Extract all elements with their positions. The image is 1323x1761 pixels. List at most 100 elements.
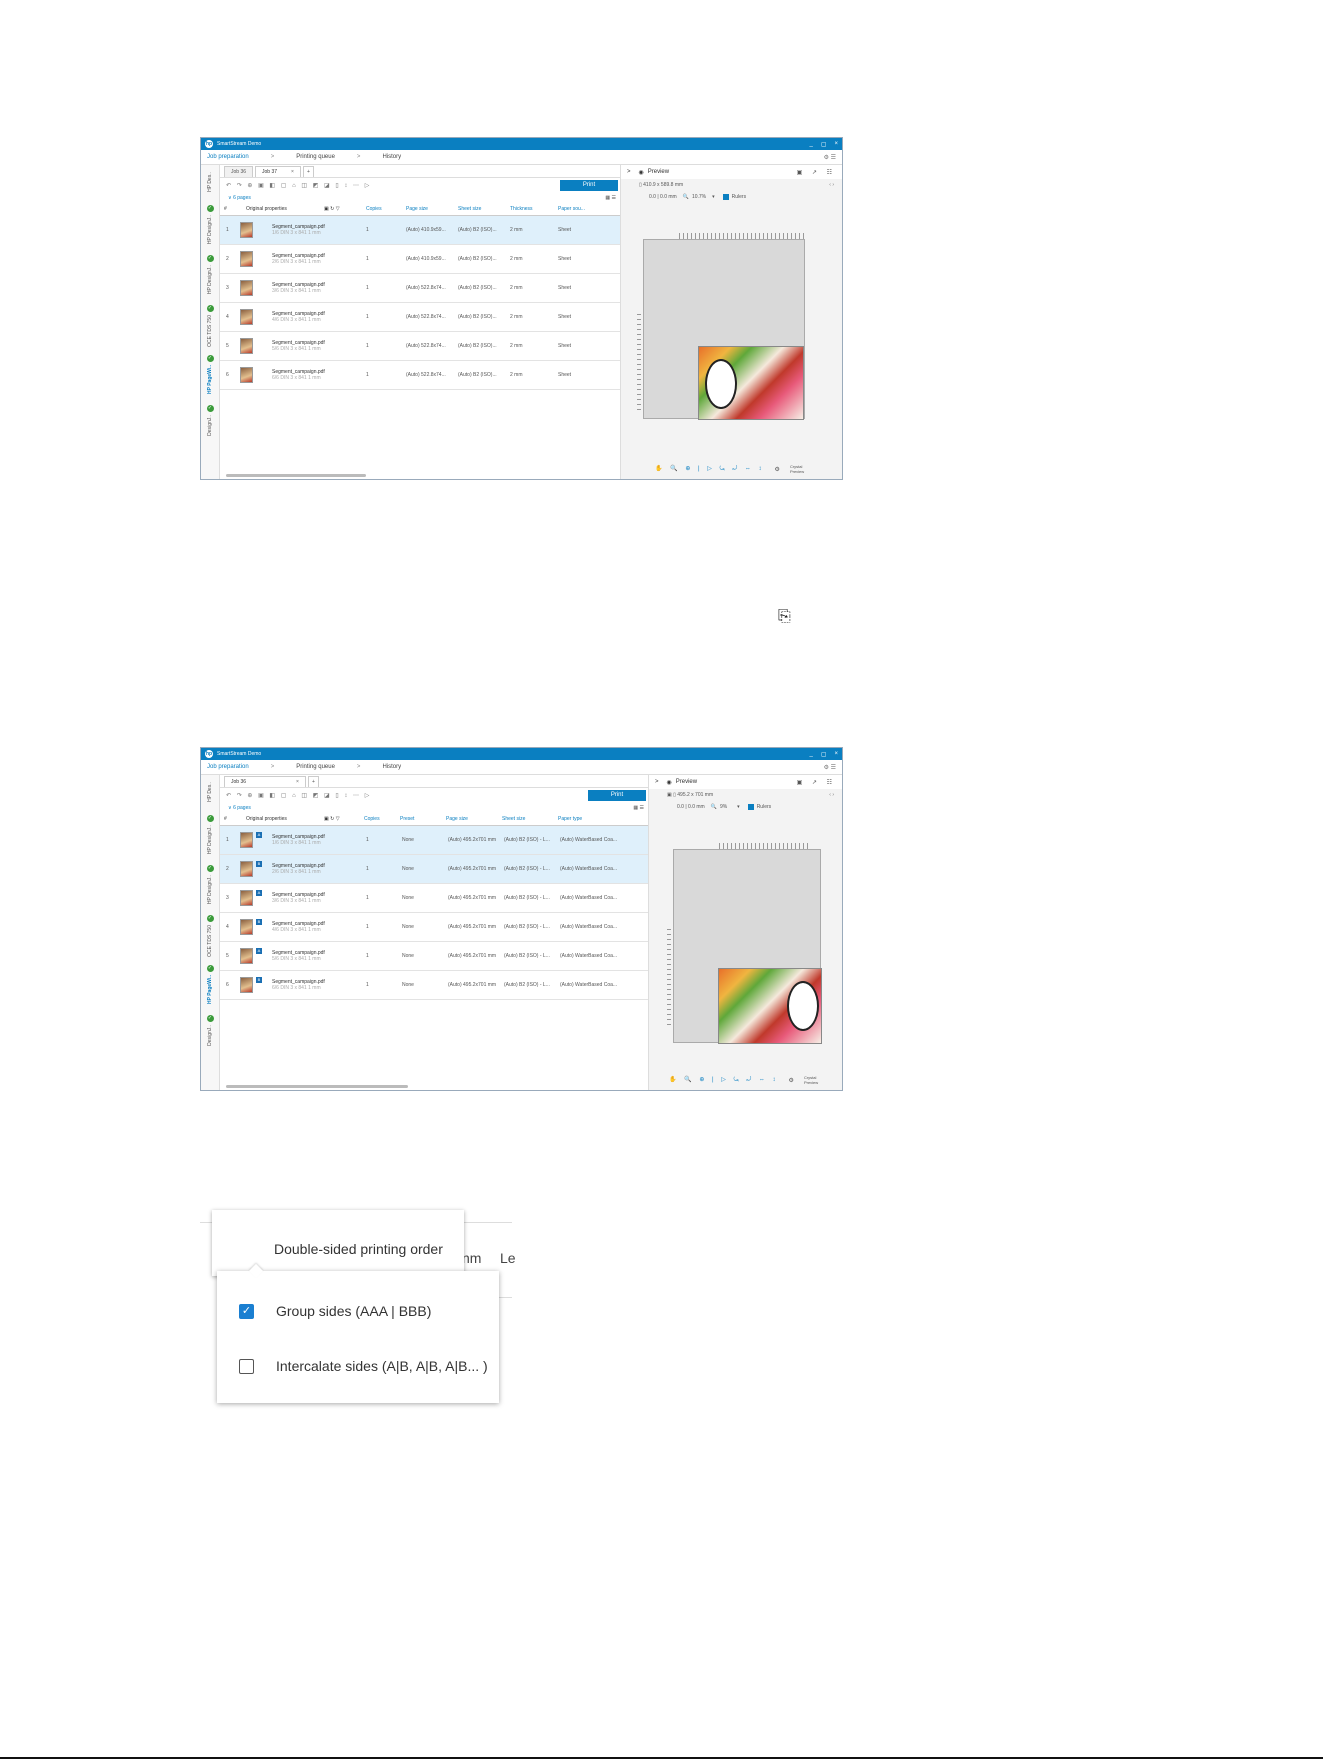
check-icon: ✓ (206, 965, 214, 972)
col-preset[interactable]: Preset (400, 816, 446, 822)
col-paper-type[interactable]: Paper type (558, 816, 618, 822)
zoom-icon: 🔍 (710, 804, 717, 810)
check-icon: ✓ (206, 405, 214, 412)
gear-icon[interactable]: ⚙ (775, 466, 780, 473)
add-tab-button[interactable]: + (302, 166, 314, 177)
page-nav-arrows[interactable]: ‹ › (829, 182, 834, 188)
maximize-button[interactable]: ▢ (821, 141, 827, 148)
view-tool-icons[interactable]: ✋ 🔍 ⊕ | ▷ ⤿ ⤾ ⇔ ↕ (669, 1076, 778, 1084)
table-row[interactable]: 2 Segment_campaign.pdf 2/6 DIN 3 x 841 1 … (220, 245, 620, 274)
view-toggle-icon[interactable]: ▦ ☰ (633, 805, 644, 811)
tab-job-36[interactable]: Job 36 (224, 166, 254, 177)
printer-tab[interactable]: ✓ HP DesignJ.. (203, 815, 217, 854)
printer-tab[interactable]: ✓ HP DesignJ.. (203, 205, 217, 244)
tab-job-36[interactable]: Job 36 × (224, 776, 306, 787)
horizontal-scrollbar[interactable] (226, 474, 366, 477)
preview-tools-icons[interactable]: ▣ ↗ ☷ (797, 169, 836, 176)
job-toolbar: ↶ ↷ ⊕ ▣ ◧ ▢ ⌂ ◫ ◩ ◪ ▯ ↕ ⋯ ▷ Print (220, 788, 648, 802)
printer-tab[interactable]: ✓ HP PageWi.. (203, 965, 217, 1004)
col-page-size[interactable]: Page size (446, 816, 502, 822)
checkbox-checked-icon[interactable]: ✓ (239, 1303, 254, 1319)
nav-history[interactable]: History (382, 764, 401, 770)
printer-tab[interactable]: ✓ OCE TDS 750 (203, 915, 217, 957)
rulers-checkbox[interactable] (722, 194, 729, 200)
sort-icon[interactable]: # (220, 206, 246, 212)
printer-tab[interactable]: ✓ HP DesignJ.. (203, 865, 217, 904)
chevron-down-icon[interactable]: ▾ (737, 804, 740, 810)
close-window-button[interactable]: × (834, 751, 838, 757)
table-row[interactable]: 5 A Segment_campaign.pdf 5/6 DIN 3 x 841 … (220, 942, 648, 971)
minimize-button[interactable]: _ (809, 141, 812, 147)
zoom-select[interactable]: 9% (720, 804, 727, 810)
app-title: SmartStream Demo (217, 141, 262, 147)
page-nav-arrows[interactable]: ‹ › (829, 792, 834, 798)
add-tab-button[interactable]: + (307, 776, 319, 787)
filter-icon[interactable]: ▣ ↻ ▽ (324, 816, 364, 822)
table-row[interactable]: 3 Segment_campaign.pdf 3/6 DIN 3 x 841 1 … (220, 274, 620, 303)
filter-icon[interactable]: ▣ ↻ ▽ (324, 206, 366, 212)
chevron-right-icon[interactable]: > (655, 779, 659, 785)
table-row[interactable]: 2 B Segment_campaign.pdf 2/6 DIN 3 x 841 … (220, 855, 648, 884)
chevron-right-icon[interactable]: > (627, 169, 631, 175)
col-sheet-size[interactable]: Sheet size (502, 816, 558, 822)
col-page-size[interactable]: Page size (406, 206, 458, 212)
close-tab-icon[interactable]: × (296, 779, 299, 785)
col-copies[interactable]: Copies (364, 816, 400, 822)
table-row[interactable]: 1 A Segment_campaign.pdf 1/6 DIN 3 x 841 … (220, 826, 648, 855)
print-button[interactable]: Print (588, 790, 646, 801)
nav-printing-queue[interactable]: Printing queue (296, 154, 335, 160)
printer-tab[interactable]: ✓ OCE TDS 750 (203, 305, 217, 347)
page-icon: ▣ ▯ (667, 792, 678, 798)
option-intercalate-sides[interactable]: Intercalate sides (A|B, A|B, A|B... ) (239, 1358, 488, 1374)
zoom-select[interactable]: 10.7% (692, 194, 706, 200)
preview-tools-icons[interactable]: ▣ ↗ ☷ (797, 779, 836, 786)
settings-menu-icons[interactable]: ⚙ ☰ (824, 764, 836, 771)
toolbar-icons[interactable]: ↶ ↷ ⊕ ▣ ◧ ▢ ⌂ ◫ ◩ ◪ ▯ ↕ ⋯ ▷ (226, 182, 371, 189)
toolbar-icons[interactable]: ↶ ↷ ⊕ ▣ ◧ ▢ ⌂ ◫ ◩ ◪ ▯ ↕ ⋯ ▷ (226, 792, 371, 799)
side-badge: B (256, 977, 262, 983)
col-sheet-size[interactable]: Sheet size (458, 206, 510, 212)
printer-tab[interactable]: ✓ HP PageWi.. (203, 355, 217, 394)
chevron-down-icon[interactable]: ▾ (712, 194, 715, 200)
checkbox-unchecked-icon[interactable] (239, 1358, 254, 1374)
minimize-button[interactable]: _ (809, 751, 812, 757)
sort-icon[interactable]: # (220, 816, 246, 822)
printer-tab[interactable]: HP Des.. (203, 779, 217, 802)
table-row[interactable]: 1 Segment_campaign.pdf 1/6 DIN 3 x 841 1 … (220, 216, 620, 245)
option-group-sides[interactable]: ✓ Group sides (AAA | BBB) (239, 1303, 431, 1319)
close-window-button[interactable]: × (834, 141, 838, 147)
printer-tab[interactable]: ✓ HP DesignJ.. (203, 255, 217, 294)
printer-tab[interactable]: HP Des.. (203, 169, 217, 192)
printer-tab[interactable]: ✓ DesignJ.. (203, 1015, 217, 1046)
nav-job-preparation[interactable]: Job preparation (207, 764, 249, 770)
table-row[interactable]: 4 Segment_campaign.pdf 4/6 DIN 3 x 841 1 … (220, 303, 620, 332)
nav-printing-queue[interactable]: Printing queue (296, 764, 335, 770)
settings-menu-icons[interactable]: ⚙ ☰ (824, 154, 836, 161)
col-copies[interactable]: Copies (366, 206, 406, 212)
printer-tab[interactable]: ✓ DesignJ.. (203, 405, 217, 436)
col-paper-source[interactable]: Paper sou... (558, 206, 606, 212)
gear-icon[interactable]: ⚙ (789, 1077, 794, 1084)
maximize-button[interactable]: ▢ (821, 751, 827, 758)
page-thumbnail (240, 919, 253, 935)
table-row[interactable]: 6 Segment_campaign.pdf 6/6 DIN 3 x 841 1 … (220, 361, 620, 390)
table-row[interactable]: 5 Segment_campaign.pdf 5/6 DIN 3 x 841 1 … (220, 332, 620, 361)
double-sided-order-button[interactable]: Double-sided printing order (212, 1210, 464, 1276)
nav-job-preparation[interactable]: Job preparation (207, 154, 249, 160)
col-original-properties[interactable]: Original properties (246, 206, 324, 212)
nav-history[interactable]: History (382, 154, 401, 160)
check-icon: ✓ (206, 305, 214, 312)
rulers-checkbox[interactable] (747, 804, 754, 810)
eye-icon: ◉ (638, 169, 644, 176)
close-tab-icon[interactable]: × (291, 169, 294, 175)
view-tool-icons[interactable]: ✋ 🔍 ⊕ | ▷ ⤿ ⤾ ⇔ ↕ (655, 465, 764, 473)
table-row[interactable]: 4 B Segment_campaign.pdf 4/6 DIN 3 x 841 … (220, 913, 648, 942)
col-thickness[interactable]: Thickness (510, 206, 558, 212)
table-row[interactable]: 3 A Segment_campaign.pdf 3/6 DIN 3 x 841 … (220, 884, 648, 913)
table-row[interactable]: 6 B Segment_campaign.pdf 6/6 DIN 3 x 841 … (220, 971, 648, 1000)
tab-job-37[interactable]: Job 37 × (255, 166, 301, 177)
view-toggle-icon[interactable]: ▦ ☰ (605, 195, 616, 201)
print-button[interactable]: Print (560, 180, 618, 191)
col-original-properties[interactable]: Original properties (246, 816, 324, 822)
horizontal-scrollbar[interactable] (226, 1085, 408, 1088)
